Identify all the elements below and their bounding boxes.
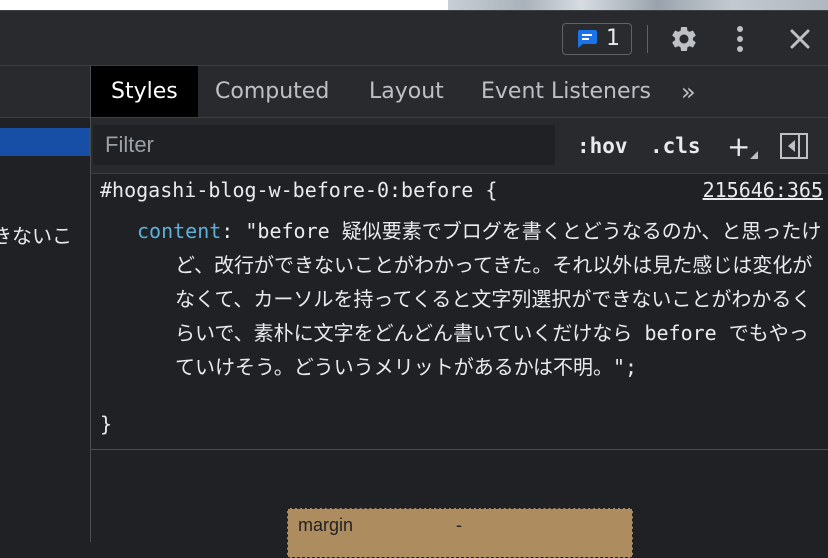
- box-model-panel: margin -: [91, 450, 828, 558]
- more-vert-icon: [736, 25, 744, 53]
- toggle-sidebar-button[interactable]: [779, 131, 809, 161]
- issues-count: 1: [606, 26, 620, 51]
- sidebar-toggle-icon: [779, 131, 809, 161]
- rule-selector[interactable]: #hogashi-blog-w-before-0:before {: [100, 178, 497, 202]
- hover-state-toggle[interactable]: :hov: [577, 128, 628, 164]
- style-rule-block: #hogashi-blog-w-before-0:before { 215646…: [91, 174, 828, 450]
- rule-close-brace: }: [100, 412, 113, 436]
- tabs-overflow-button[interactable]: »: [681, 66, 696, 117]
- css-declaration[interactable]: content: "before 疑似要素でブログを書くとどうなるのか、と思った…: [137, 214, 827, 384]
- tab-layout[interactable]: Layout: [369, 66, 444, 117]
- elements-header: [0, 66, 90, 118]
- message-icon: [576, 28, 598, 50]
- rule-source-link[interactable]: 215646:365: [703, 178, 823, 202]
- styles-filter-input[interactable]: [93, 125, 555, 165]
- elements-dom-tree: きないこ: [0, 66, 91, 542]
- tab-styles[interactable]: Styles: [91, 66, 198, 117]
- tab-event-listeners[interactable]: Event Listeners: [481, 66, 651, 117]
- gear-icon: [669, 24, 699, 54]
- css-property-name[interactable]: content: [137, 219, 221, 243]
- more-options-button[interactable]: [722, 21, 758, 57]
- sidebar-tabs: Styles Computed Layout Event Listeners »: [91, 66, 828, 118]
- new-style-rule-button[interactable]: +: [727, 128, 759, 164]
- page-content-strip: [0, 0, 828, 10]
- plus-icon: +: [727, 129, 751, 163]
- selected-dom-node[interactable]: [0, 128, 90, 156]
- close-devtools-button[interactable]: [782, 21, 818, 57]
- settings-button[interactable]: [666, 21, 702, 57]
- issues-counter-button[interactable]: 1: [562, 23, 632, 55]
- devtools-toolbar: 1: [0, 10, 828, 66]
- class-toggle[interactable]: .cls: [650, 128, 701, 164]
- css-colon: :: [221, 219, 246, 243]
- page-image-fragment: [448, 0, 828, 10]
- corner-triangle-icon: [750, 151, 759, 159]
- close-icon: [789, 28, 811, 50]
- margin-box[interactable]: margin -: [287, 508, 633, 558]
- margin-value[interactable]: -: [456, 515, 462, 536]
- margin-label: margin: [298, 515, 354, 535]
- css-property-value[interactable]: "before 疑似要素でブログを書くとどうなるのか、と思ったけど、改行ができな…: [175, 219, 821, 379]
- styles-filter-bar: :hov .cls +: [91, 118, 828, 174]
- dom-text-node[interactable]: きないこ: [0, 220, 72, 249]
- toolbar-separator: [647, 25, 648, 53]
- tab-computed[interactable]: Computed: [215, 66, 329, 117]
